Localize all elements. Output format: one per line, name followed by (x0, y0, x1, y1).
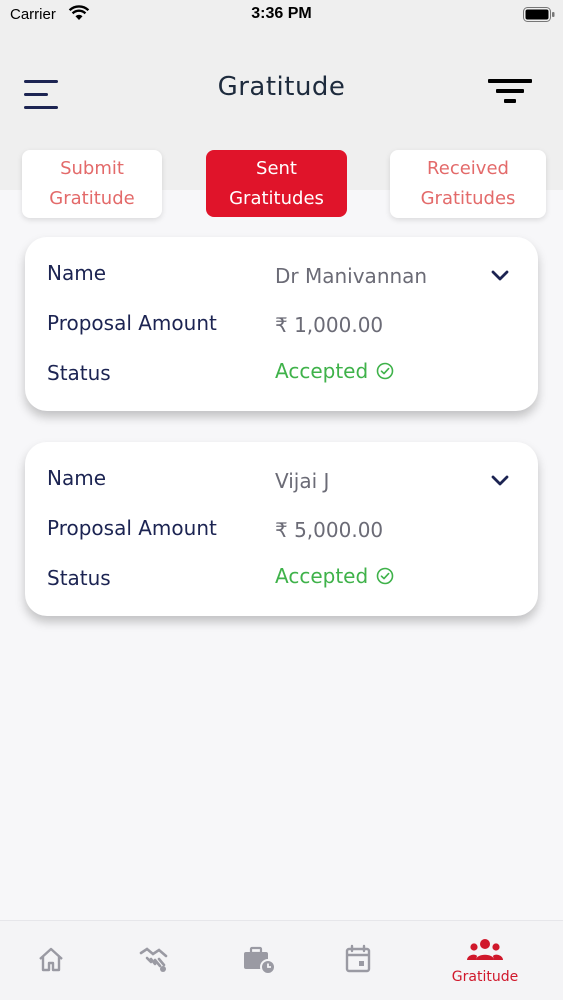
proposal-amount-value: ₹ 1,000.00 (275, 313, 384, 337)
tab-bar-label-gratitude[interactable]: Gratitude (430, 969, 540, 985)
status-value: Accepted (275, 564, 394, 588)
group-icon[interactable] (465, 929, 505, 969)
briefcase-clock-icon[interactable] (238, 939, 278, 979)
status-text: Accepted (275, 564, 369, 588)
battery-icon (523, 7, 555, 22)
proposal-amount-label: Proposal Amount (47, 516, 217, 540)
status-label: Status (47, 361, 111, 385)
calendar-icon[interactable] (338, 939, 378, 979)
bottom-tab-bar: Gratitude (0, 920, 563, 1000)
status-label: Status (47, 566, 111, 590)
name-value: Vijai J (275, 469, 330, 493)
proposal-amount-label: Proposal Amount (47, 311, 217, 335)
page-title: Gratitude (217, 72, 346, 102)
filter-icon[interactable] (488, 79, 532, 109)
status-bar: Carrier 3:36 PM (0, 0, 563, 30)
chevron-down-icon[interactable] (491, 475, 509, 487)
check-circle-icon (376, 567, 394, 585)
clock: 3:36 PM (251, 5, 312, 22)
name-label: Name (47, 261, 107, 285)
home-icon[interactable] (31, 939, 71, 979)
name-value: Dr Manivannan (275, 264, 428, 288)
tab-sent-gratitudes[interactable]: Sent Gratitudes (206, 150, 347, 217)
gratitude-card[interactable]: Name Dr Manivannan Proposal Amount ₹ 1,0… (25, 237, 538, 411)
gratitude-card[interactable]: Name Vijai J Proposal Amount ₹ 5,000.00 … (25, 442, 538, 616)
name-label: Name (47, 466, 107, 490)
check-circle-icon (376, 362, 394, 380)
chevron-down-icon[interactable] (491, 270, 509, 282)
tab-received-gratitudes[interactable]: Received Gratitudes (390, 150, 546, 218)
status-value: Accepted (275, 359, 394, 383)
handshake-icon[interactable] (133, 939, 173, 979)
tab-submit-gratitude[interactable]: Submit Gratitude (22, 150, 162, 218)
status-text: Accepted (275, 359, 369, 383)
proposal-amount-value: ₹ 5,000.00 (275, 518, 384, 542)
